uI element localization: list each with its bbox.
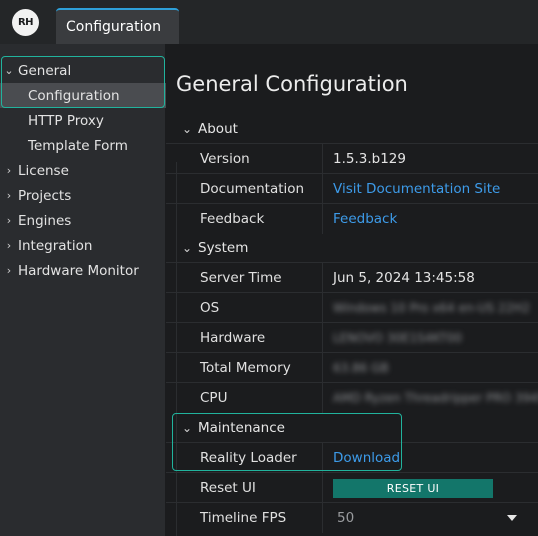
prop-row-hardware: Hardware LENOVO 30E1S4KT00 — [166, 322, 538, 353]
sidebar-item-label: Configuration — [28, 87, 120, 104]
column-divider — [322, 293, 323, 323]
sidebar-item-hardware-monitor[interactable]: › Hardware Monitor — [0, 258, 166, 283]
chevron-right-icon: › — [6, 264, 12, 277]
chevron-right-icon: › — [6, 189, 12, 202]
app-logo[interactable]: RH — [12, 9, 39, 36]
prop-label: Reality Loader — [200, 450, 297, 466]
column-divider — [322, 144, 323, 174]
sidebar-item-label: Hardware Monitor — [18, 262, 139, 279]
prop-row-timeline-fps: Timeline FPS 50 — [166, 502, 538, 533]
prop-label: Hardware — [200, 330, 266, 346]
cpu-value: AMD Ryzen Threadripper PRO 3945WX — [333, 391, 538, 405]
sidebar-item-label: HTTP Proxy — [28, 112, 104, 129]
chevron-down-icon: ⌄ — [182, 241, 193, 255]
feedback-link[interactable]: Feedback — [333, 204, 397, 234]
prop-label: Total Memory — [200, 360, 291, 376]
chevron-down-icon: ⌄ — [182, 122, 193, 136]
reset-ui-button[interactable]: RESET UI — [333, 479, 493, 498]
prop-label: Documentation — [200, 181, 305, 197]
sidebar: ⌄ General Configuration HTTP Proxy Templ… — [0, 44, 166, 536]
documentation-link[interactable]: Visit Documentation Site — [333, 174, 500, 204]
section-system[interactable]: ⌄ System — [166, 233, 538, 263]
timeline-fps-select[interactable]: 50 — [333, 503, 519, 533]
caret-down-icon — [507, 515, 517, 521]
section-about[interactable]: ⌄ About — [166, 114, 538, 144]
prop-label: Server Time — [200, 270, 282, 286]
main-panel: General Configuration ⌄ About Version 1.… — [166, 44, 538, 536]
column-divider — [322, 443, 323, 473]
version-value: 1.5.3.b129 — [333, 151, 406, 167]
sidebar-item-configuration[interactable]: Configuration — [0, 83, 166, 108]
prop-row-server-time: Server Time Jun 5, 2024 13:45:58 — [166, 262, 538, 293]
prop-label: CPU — [200, 390, 228, 406]
page-title: General Configuration — [176, 72, 408, 96]
sidebar-item-engines[interactable]: › Engines — [0, 208, 166, 233]
os-value: Windows 10 Pro x64 en-US 22H2 — [333, 301, 530, 315]
prop-row-total-memory: Total Memory 63.86 GB — [166, 352, 538, 383]
prop-row-version: Version 1.5.3.b129 — [166, 143, 538, 174]
server-time-value: Jun 5, 2024 13:45:58 — [333, 270, 475, 286]
prop-row-documentation: Documentation Visit Documentation Site — [166, 173, 538, 204]
fps-selected-value: 50 — [337, 510, 355, 526]
download-link[interactable]: Download — [333, 443, 400, 473]
sidebar-item-label: Integration — [18, 237, 93, 254]
prop-label: Feedback — [200, 211, 265, 227]
prop-row-reality-loader: Reality Loader Download — [166, 442, 538, 473]
sidebar-item-template-form[interactable]: Template Form — [0, 133, 166, 158]
sidebar-item-label: Engines — [18, 212, 72, 229]
prop-label: Reset UI — [200, 480, 256, 496]
hardware-value: LENOVO 30E1S4KT00 — [333, 331, 463, 345]
sidebar-item-projects[interactable]: › Projects — [0, 183, 166, 208]
sidebar-item-label: General — [18, 62, 72, 79]
tab-configuration[interactable]: Configuration — [56, 8, 179, 44]
prop-row-cpu: CPU AMD Ryzen Threadripper PRO 3945WX — [166, 382, 538, 413]
prop-label: OS — [200, 300, 220, 316]
column-divider — [322, 323, 323, 353]
sidebar-item-http-proxy[interactable]: HTTP Proxy — [0, 108, 166, 133]
column-divider — [322, 473, 323, 503]
prop-label: Timeline FPS — [200, 510, 287, 526]
sidebar-item-integration[interactable]: › Integration — [0, 233, 166, 258]
chevron-right-icon: › — [6, 164, 12, 177]
column-divider — [322, 383, 323, 413]
prop-row-os: OS Windows 10 Pro x64 en-US 22H2 — [166, 292, 538, 323]
sidebar-item-license[interactable]: › License — [0, 158, 166, 183]
sidebar-item-label: Template Form — [28, 137, 128, 154]
prop-row-feedback: Feedback Feedback — [166, 203, 538, 234]
section-label: System — [198, 240, 249, 256]
chevron-right-icon: › — [6, 214, 12, 227]
prop-label: Version — [200, 151, 250, 167]
chevron-down-icon: ⌄ — [182, 421, 193, 435]
chevron-right-icon: › — [6, 239, 12, 252]
prop-row-reset-ui: Reset UI RESET UI — [166, 472, 538, 503]
section-label: About — [198, 121, 238, 137]
column-divider — [322, 263, 323, 293]
section-maintenance[interactable]: ⌄ Maintenance — [166, 413, 538, 443]
column-divider — [322, 503, 323, 533]
total-memory-value: 63.86 GB — [333, 361, 389, 375]
column-divider — [322, 204, 323, 234]
column-divider — [322, 174, 323, 204]
section-label: Maintenance — [198, 420, 285, 436]
column-divider — [322, 353, 323, 383]
sidebar-item-general[interactable]: ⌄ General — [0, 58, 166, 83]
sidebar-item-label: License — [18, 162, 69, 179]
sidebar-item-label: Projects — [18, 187, 72, 204]
top-bar: RH Configuration — [0, 0, 538, 44]
chevron-down-icon: ⌄ — [4, 64, 14, 77]
